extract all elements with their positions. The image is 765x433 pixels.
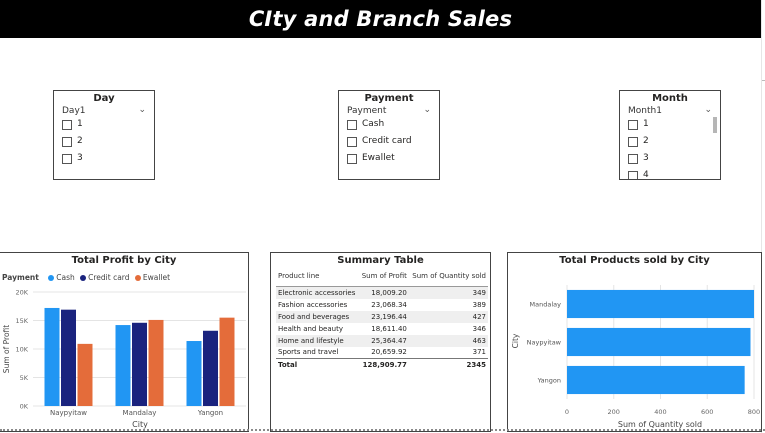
checkbox[interactable] (347, 154, 357, 164)
table-cell: 349 (408, 286, 488, 299)
y-axis-label: Sum of Profit (2, 325, 11, 373)
canvas-bottom-border (0, 429, 765, 431)
bar-credit-card-mandalay[interactable] (132, 322, 147, 406)
x-axis-label: Sum of Quantity sold (618, 420, 702, 429)
day-slicer-title: Day (93, 93, 115, 104)
column-header[interactable]: Product line (276, 267, 359, 287)
month-slicer-title: Month (652, 93, 688, 104)
table-row[interactable]: Fashion accessories 23,068.34 389 (276, 299, 488, 311)
table-cell: Electronic accessories (276, 286, 359, 299)
chevron-down-icon[interactable]: ⌄ (704, 105, 712, 115)
bar-credit-card-yangon[interactable] (203, 330, 218, 406)
products-chart-panel: Total Products sold by City 0 200 400 600 80… (507, 252, 762, 432)
checkbox[interactable] (62, 137, 72, 147)
table-total-row: Total 128,909.77 2345 (276, 358, 488, 371)
table-cell: 20,659.92 (371, 348, 407, 357)
bar-cash-yangon[interactable] (186, 341, 202, 406)
checkbox[interactable] (628, 137, 638, 147)
bar-credit-card-naypyitaw[interactable] (61, 309, 76, 406)
bar-cash-mandalay[interactable] (115, 325, 131, 406)
table-cell: Health and beauty (278, 324, 343, 333)
x-tick-label: Yangon (197, 409, 223, 417)
bar-ewallet-naypyitaw[interactable] (77, 343, 93, 406)
checkbox[interactable] (62, 154, 72, 164)
payment-slicer-field[interactable]: Payment (347, 106, 386, 116)
checkbox[interactable] (628, 120, 638, 130)
x-tick-label: 800 (748, 408, 760, 416)
checkbox[interactable] (347, 137, 357, 147)
y-tick-label: Naypyitaw (527, 339, 562, 347)
y-tick-label: 0K (20, 403, 29, 411)
y-tick-label: 5K (20, 374, 29, 382)
x-tick-label: Naypyitaw (50, 409, 87, 417)
checkbox[interactable] (62, 120, 72, 130)
table-row[interactable]: Electronic accessories 18,009.20 349 (276, 286, 488, 299)
table-cell: 463 (408, 334, 488, 347)
table-cell: 23,068.34 (371, 300, 407, 309)
table-cell: Home and lifestyle (276, 334, 359, 347)
x-tick-label: 600 (701, 408, 713, 416)
table-cell: 389 (472, 300, 486, 309)
table-cell: 25,364.47 (358, 334, 409, 347)
table-cell: 427 (408, 310, 488, 323)
table-row[interactable]: Health and beauty 18,611.40 346 (276, 323, 488, 335)
payment-slicer-title: Payment (364, 93, 414, 104)
table-cell: 346 (472, 324, 486, 333)
table-row[interactable]: Sports and travel 20,659.92 371 (276, 347, 488, 359)
x-tick-label: 400 (654, 408, 666, 416)
summary-table-panel: Summary Table Product line Sum of Profit… (270, 252, 491, 432)
table-cell: Fashion accessories (278, 300, 348, 309)
page-title: CIty and Branch Sales (248, 7, 513, 31)
table-row[interactable]: Home and lifestyle 25,364.47 463 (276, 334, 488, 347)
bar-yangon[interactable] (567, 365, 745, 395)
table-cell: 23,196.44 (358, 310, 409, 323)
column-header[interactable]: Sum of Profit (358, 267, 409, 287)
month-slicer-field[interactable]: Month1 (628, 106, 662, 116)
table-cell: 18,611.40 (371, 324, 407, 333)
y-axis-label: City (511, 333, 520, 348)
table-cell: Sports and travel (278, 348, 339, 357)
x-tick-label: 200 (608, 408, 620, 416)
y-tick-label: Yangon (537, 377, 561, 385)
products-chart-plot: 0 200 400 600 800 Mandalay Naypyitaw Yangon Su… (511, 285, 760, 429)
slicer-scrollbar[interactable] (713, 117, 717, 133)
table-cell: 128,909.77 (358, 358, 409, 371)
x-tick-label: Mandalay (123, 409, 157, 417)
checkbox[interactable] (628, 154, 638, 164)
checkbox[interactable] (347, 120, 357, 130)
y-tick-label: 15K (15, 317, 28, 325)
summary-table-title: Summary Table (337, 255, 424, 266)
table-cell: 371 (472, 348, 486, 357)
profit-chart-panel: Total Profit by City Payment Cash Credit… (0, 252, 249, 432)
y-tick-label: 10K (15, 346, 28, 354)
chevron-down-icon[interactable]: ⌄ (423, 105, 431, 115)
table-cell: Food and beverages (276, 310, 359, 323)
table-row[interactable]: Food and beverages 23,196.44 427 (276, 310, 488, 323)
y-tick-label: Mandalay (530, 301, 562, 309)
y-tick-label: 20K (15, 289, 28, 297)
summary-table: Product line Sum of Profit Sum of Quanti… (276, 267, 488, 371)
bar-ewallet-mandalay[interactable] (148, 319, 164, 406)
bar-naypyitaw[interactable] (567, 327, 751, 357)
bar-mandalay[interactable] (567, 289, 754, 319)
day-slicer: Day Day1 ⌄ 1 2 3 (53, 90, 155, 180)
column-header[interactable]: Sum of Quantity sold (408, 267, 488, 287)
chevron-down-icon[interactable]: ⌄ (138, 105, 146, 115)
x-tick-label: 0 (565, 408, 569, 416)
table-cell: Total (276, 358, 359, 371)
month-slicer: Month Month1 ⌄ 1 2 3 4 (619, 90, 721, 180)
profit-chart-plot: 0K 5K 10K 15K 20K Naypyitaw Mandalay Yangon Ci… (2, 289, 246, 429)
bar-cash-naypyitaw[interactable] (44, 307, 60, 406)
table-cell: 18,009.20 (358, 286, 409, 299)
day-slicer-field[interactable]: Day1 (62, 106, 86, 116)
x-axis-label: City (132, 420, 148, 429)
payment-slicer: Payment Payment ⌄ Cash Credit card Ewall… (338, 90, 440, 180)
table-cell: 2345 (408, 358, 488, 371)
bar-ewallet-yangon[interactable] (219, 317, 235, 406)
checkbox[interactable] (628, 171, 638, 179)
